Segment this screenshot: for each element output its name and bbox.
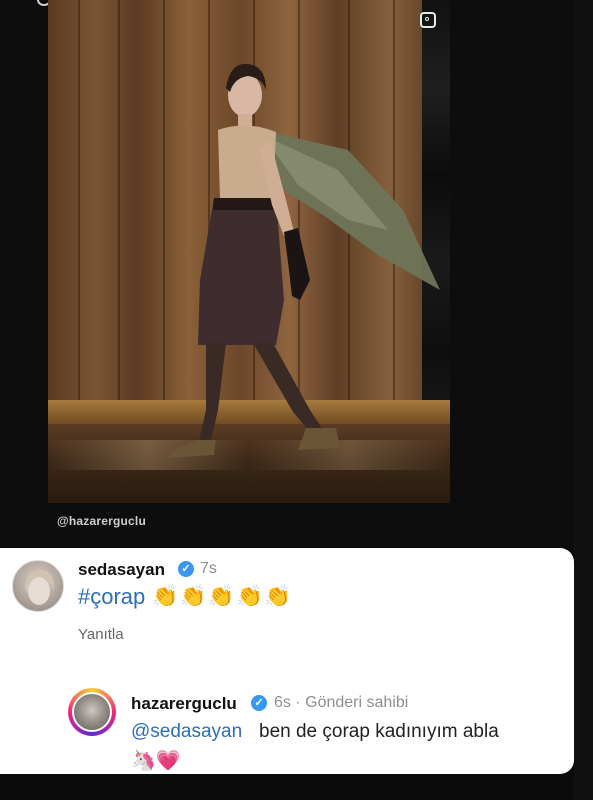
reply-mention[interactable]: @sedasayan [131,721,242,743]
photo-credit: @hazarerguclu [57,514,146,528]
avatar[interactable] [72,692,112,732]
avatar-story-ring[interactable] [68,688,116,736]
reply-meta: 6s · Gönderi sahibi [274,694,409,711]
verified-badge-icon: ✓ [251,695,267,711]
clap-emojis: 👏👏👏👏👏 [152,585,293,608]
verified-badge-icon: ✓ [178,561,194,577]
story-post: @hazarerguclu [0,0,593,548]
bottom-bar [0,774,574,800]
comment-hashtag[interactable]: #çorap [78,584,145,610]
reply-text: ben de çorap kadınıyım abla [259,721,499,742]
reply-emojis: 🦄💗 [131,750,181,772]
model-figure [166,63,440,458]
comment-username[interactable]: sedasayan [78,560,165,580]
reply-button[interactable]: Yanıtla [78,626,124,643]
post-photo[interactable] [48,0,450,503]
comment-card: sedasayan ✓ 7s #çorap 👏👏👏👏👏 Yanıtla haza… [0,548,574,774]
comment-time: 7s [200,560,217,577]
square-outline-icon[interactable] [420,12,436,28]
avatar[interactable] [12,560,64,612]
right-edge-bar [574,0,593,800]
reply-username[interactable]: hazarerguclu [131,694,237,714]
